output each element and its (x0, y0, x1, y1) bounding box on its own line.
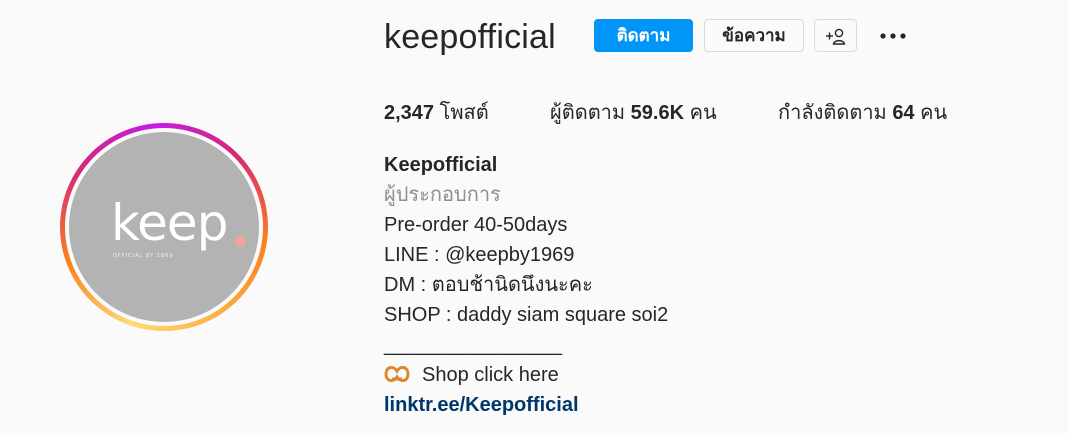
category-label: ผู้ประกอบการ (384, 184, 501, 206)
shop-text: Shop click here (422, 364, 559, 386)
profile-username: keepofficial (384, 18, 556, 56)
following-count: 64 (892, 102, 915, 124)
more-options-button[interactable] (872, 19, 914, 52)
message-button[interactable]: ข้อความ (704, 19, 804, 52)
shop-line: Shop click here (384, 360, 668, 390)
bio-line: Pre-order 40-50days (384, 214, 568, 236)
avatar-story-ring[interactable]: keep OFFICIAL BY 1969 (60, 123, 268, 331)
avatar-logo-dot (235, 236, 246, 247)
more-options-icon (880, 32, 906, 39)
posts-label: โพสต์ (439, 102, 489, 124)
followers-label: ผู้ติดตาม (550, 102, 626, 124)
posts-count: 2,347 (384, 102, 435, 124)
stat-posts: 2,347 โพสต์ (384, 96, 489, 128)
bio-line: LINE : @keepby1969 (384, 244, 575, 266)
pretzel-icon (384, 365, 410, 383)
stat-followers[interactable]: ผู้ติดตาม 59.6K คน (550, 96, 717, 128)
display-name: Keepofficial (384, 154, 498, 176)
avatar-logo-subtext: OFFICIAL BY 1969 (113, 253, 174, 259)
bio-divider-line: ________________ (384, 334, 562, 356)
external-link[interactable]: linktr.ee/Keepofficial (384, 390, 668, 420)
add-person-icon (825, 28, 845, 45)
avatar-logo-text: keep (111, 194, 228, 252)
profile-bio: Keepofficial ผู้ประกอบการ Pre-order 40-5… (384, 150, 668, 420)
bio-line: DM : ตอบช้านิดนึงนะคะ (384, 274, 593, 296)
following-unit: คน (920, 102, 948, 124)
suggested-accounts-button[interactable] (814, 19, 857, 52)
avatar[interactable]: keep OFFICIAL BY 1969 (69, 132, 259, 322)
followers-unit: คน (689, 102, 717, 124)
stat-following[interactable]: กำลังติดตาม 64 คน (778, 96, 947, 128)
followers-count: 59.6K (630, 102, 685, 124)
follow-button[interactable]: ติดตาม (594, 19, 693, 52)
bio-line: SHOP : daddy siam square soi2 (384, 304, 669, 326)
following-label: กำลังติดตาม (778, 102, 887, 124)
